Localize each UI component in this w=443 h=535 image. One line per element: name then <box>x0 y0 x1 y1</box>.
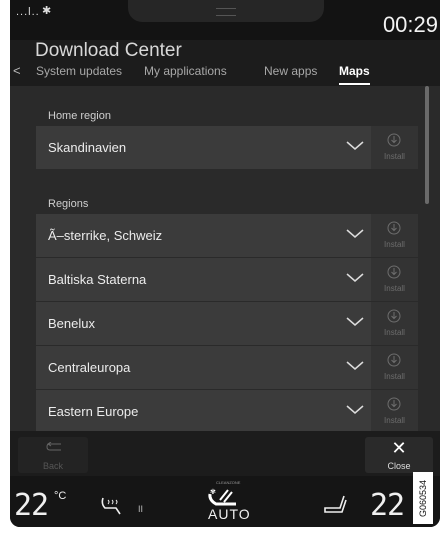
regions-label: Regions <box>48 198 89 210</box>
download-icon <box>387 265 401 279</box>
maps-list[interactable]: Home region Skandinavien Install Regions… <box>10 86 440 434</box>
chevron-down-icon <box>346 229 364 238</box>
region-name: Ã–sterrike, Schweiz <box>48 228 163 243</box>
pull-handle-icon <box>216 8 236 16</box>
install-label: Install <box>384 240 405 249</box>
install-button[interactable]: Install <box>371 302 418 346</box>
passenger-temperature[interactable]: 22 <box>370 488 405 523</box>
download-icon <box>387 133 401 147</box>
chevron-down-icon <box>346 273 364 282</box>
install-button[interactable]: Install <box>371 346 418 390</box>
close-button[interactable]: ✕ Close <box>365 437 433 473</box>
image-code-label: G060534 <box>413 472 433 524</box>
scrollbar[interactable] <box>425 86 429 204</box>
region-row[interactable]: Ã–sterrike, Schweiz <box>36 214 371 258</box>
install-button[interactable]: Install <box>371 214 418 258</box>
install-label: Install <box>384 328 405 337</box>
seat-icon[interactable] <box>322 494 348 516</box>
tab-system-updates[interactable]: System updates <box>36 64 122 78</box>
active-tab-indicator <box>339 83 370 85</box>
download-icon <box>387 397 401 411</box>
back-arrow-icon <box>46 442 61 451</box>
install-label: Install <box>384 372 405 381</box>
temperature-unit: °C <box>54 490 67 502</box>
download-icon <box>387 309 401 323</box>
chevron-down-icon <box>346 141 364 150</box>
region-name: Centraleuropa <box>48 360 131 375</box>
chevron-down-icon <box>346 405 364 414</box>
back-label: Back <box>42 461 63 471</box>
region-name: Eastern Europe <box>48 404 139 419</box>
climate-bar: 22 °C II CLEANZONE ✾ AUTO 22 <box>10 476 440 527</box>
page-title: Download Center <box>35 40 182 61</box>
install-button[interactable]: Install <box>371 126 418 170</box>
install-label: Install <box>384 284 405 293</box>
region-row[interactable]: Eastern Europe <box>36 390 371 434</box>
svg-text:✾: ✾ <box>210 488 216 496</box>
chevron-down-icon <box>346 317 364 326</box>
tab-maps[interactable]: Maps <box>339 64 370 85</box>
center-display: ...l.. ✱ 00:29 Download Center < System … <box>10 0 440 527</box>
chevron-down-icon <box>346 361 364 370</box>
home-region-label: Home region <box>48 110 111 122</box>
tab-my-applications[interactable]: My applications <box>144 64 227 78</box>
page: ...l.. ✱ 00:29 Download Center < System … <box>0 0 443 535</box>
auto-label: AUTO <box>208 506 251 522</box>
close-icon: ✕ <box>391 438 407 458</box>
back-button[interactable]: Back <box>18 437 88 473</box>
install-button[interactable]: Install <box>371 390 418 434</box>
region-row[interactable]: Benelux <box>36 302 371 346</box>
region-name: Skandinavien <box>48 140 127 155</box>
seat-heat-icon[interactable] <box>100 496 130 516</box>
tab-maps-label: Maps <box>339 64 370 78</box>
region-row[interactable]: Centraleuropa <box>36 346 371 390</box>
install-label: Install <box>384 416 405 425</box>
cleanzone-label: CLEANZONE <box>216 480 241 485</box>
tab-new-apps[interactable]: New apps <box>264 64 317 78</box>
back-chevron-icon[interactable]: < <box>13 63 21 78</box>
install-label: Install <box>384 152 405 161</box>
bluetooth-icon: ✱ <box>42 5 52 17</box>
clock: 00:29 <box>382 12 438 37</box>
seat-heat-level: II <box>138 504 144 514</box>
driver-temperature[interactable]: 22 <box>14 488 49 523</box>
top-pull-down-tab[interactable] <box>128 0 324 22</box>
download-icon <box>387 353 401 367</box>
close-label: Close <box>387 461 411 471</box>
download-icon <box>387 221 401 235</box>
region-name: Baltiska Staterna <box>48 272 147 287</box>
home-region-row[interactable]: Skandinavien <box>36 126 371 170</box>
install-button[interactable]: Install <box>371 258 418 302</box>
action-bar: Back ✕ Close <box>10 431 440 476</box>
signal-icon: ...l.. <box>16 6 40 18</box>
region-row[interactable]: Baltiska Staterna <box>36 258 371 302</box>
region-name: Benelux <box>48 316 95 331</box>
status-bar: ...l.. ✱ 00:29 <box>10 0 440 40</box>
